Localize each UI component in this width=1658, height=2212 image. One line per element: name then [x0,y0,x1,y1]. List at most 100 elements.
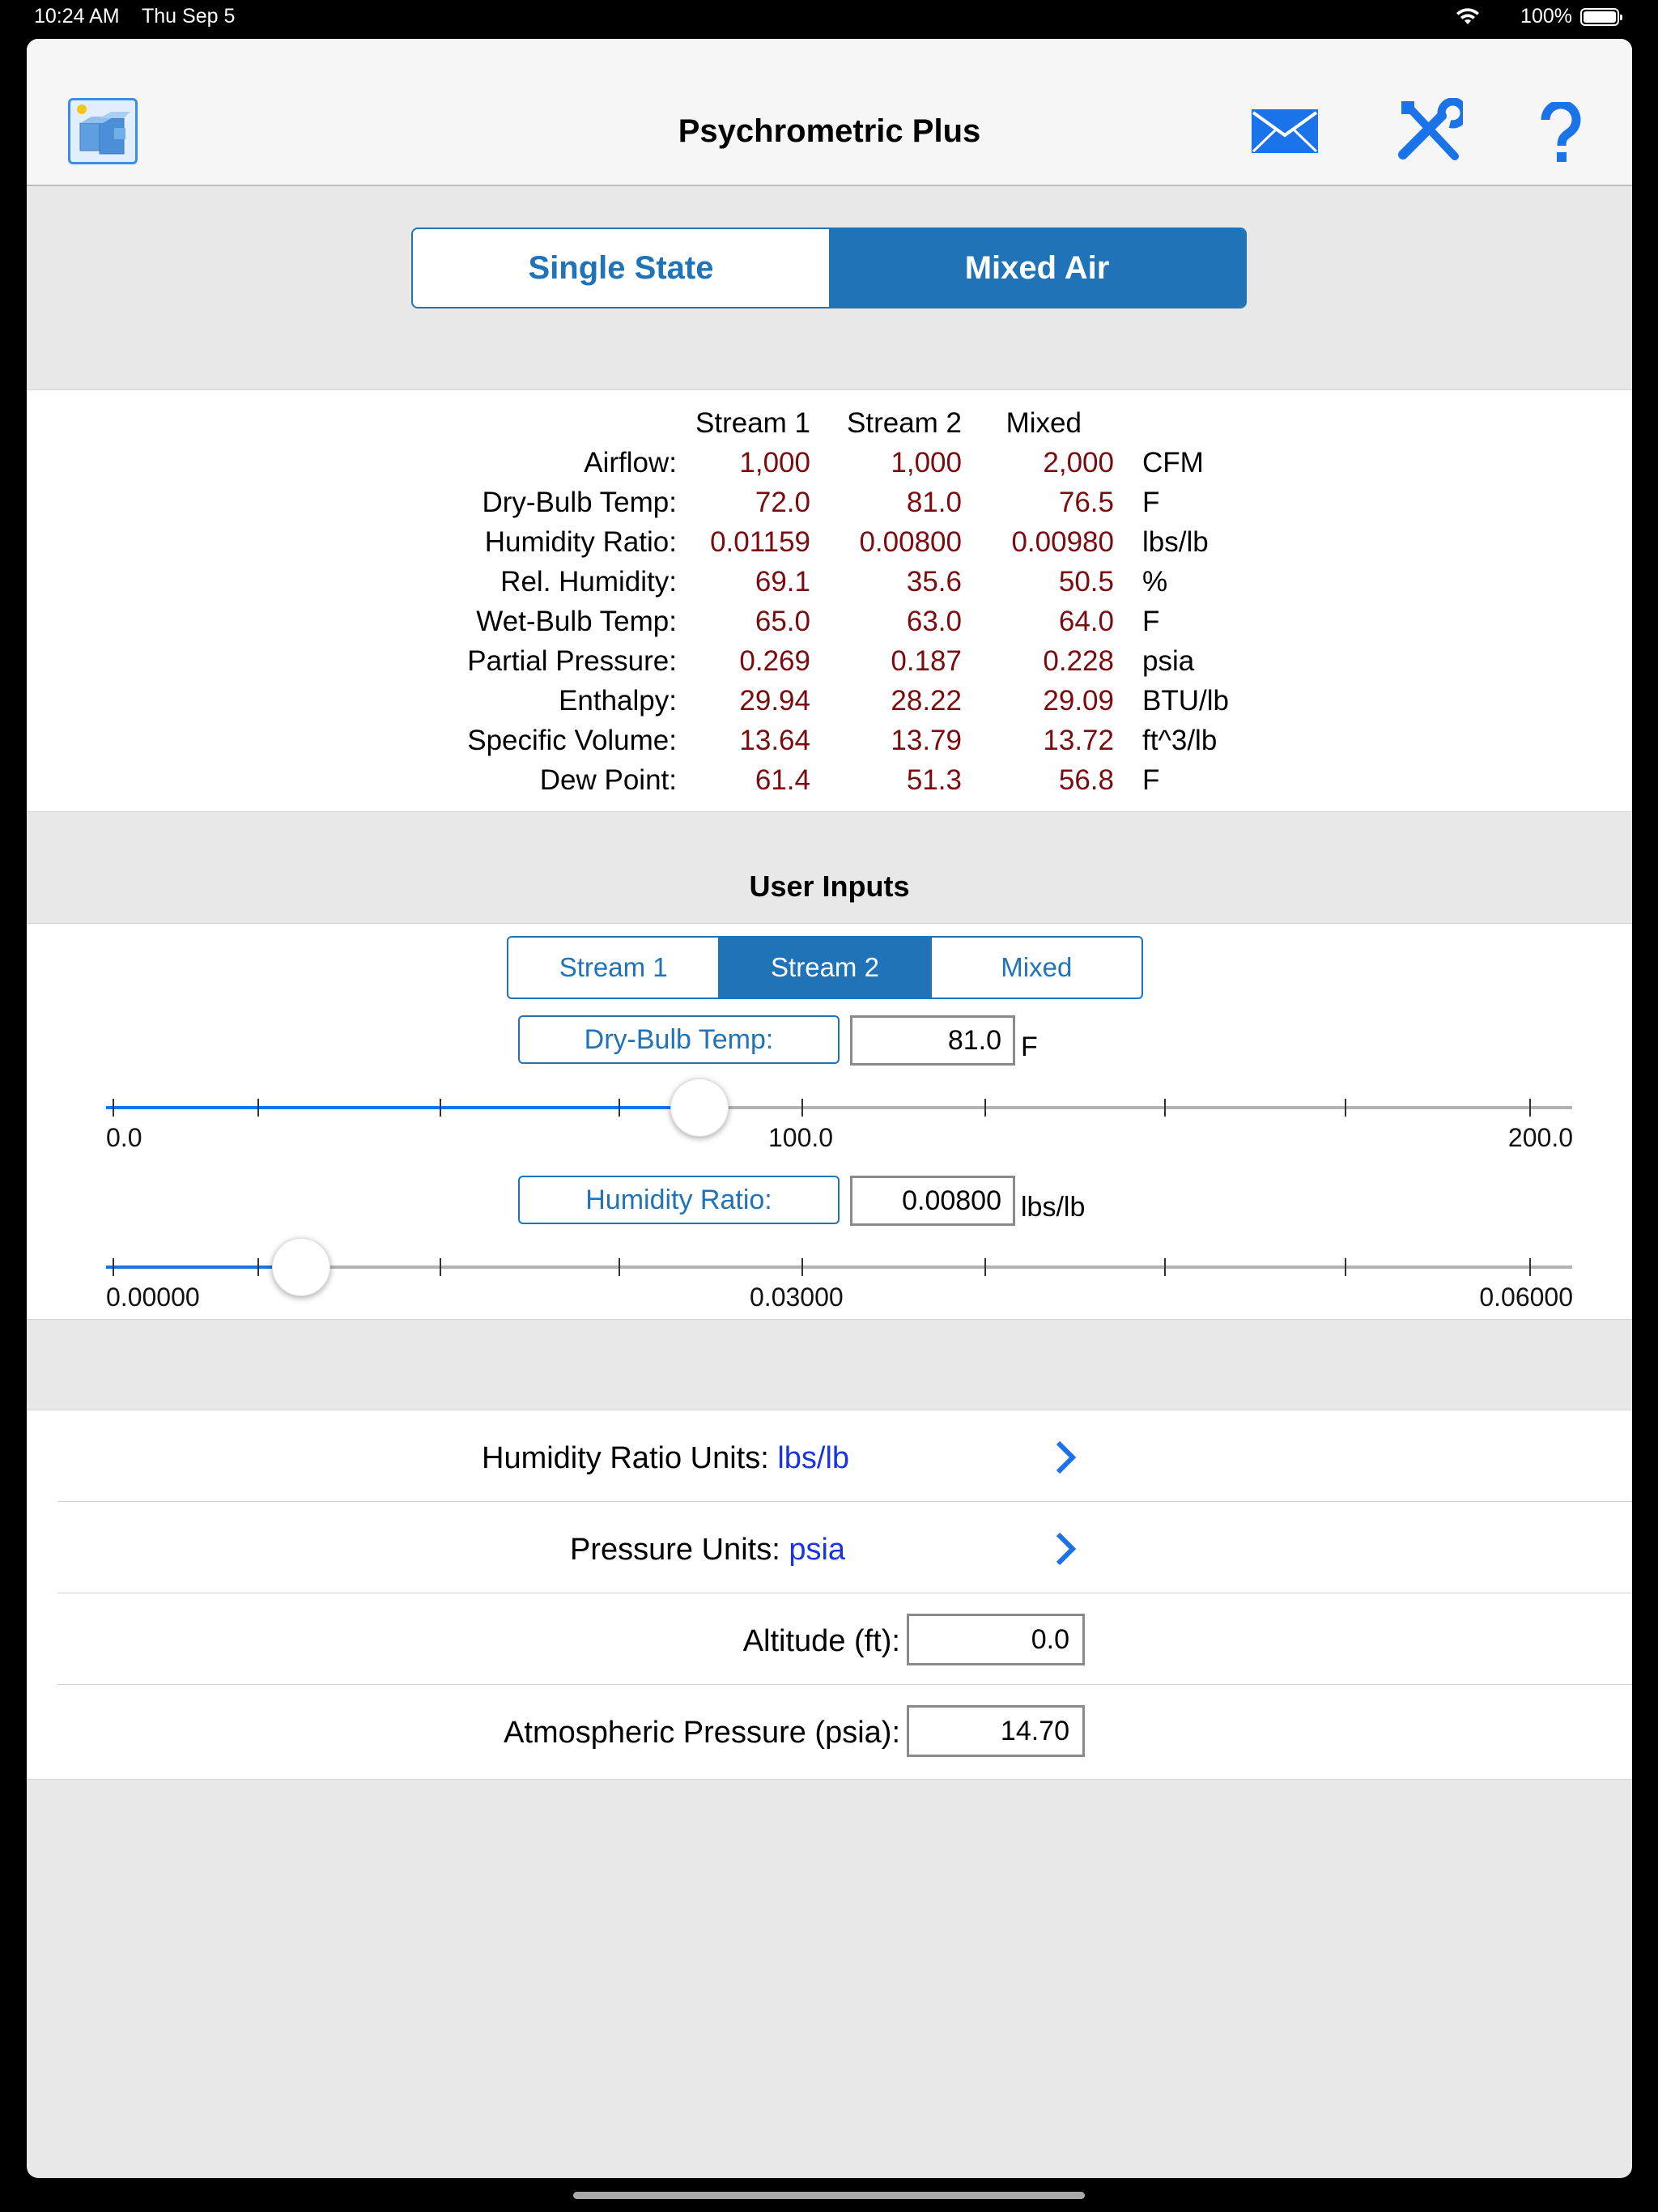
slider-min-label: 0.0 [106,1123,142,1152]
pressure-units-label: Pressure Units: [570,1533,780,1567]
mail-icon[interactable] [1250,108,1320,155]
value-cell: 72.0 [755,487,810,518]
humidity-units-label-group: Humidity Ratio Units: lbs/lb [482,1441,849,1476]
value-cell: 1,000 [891,447,962,479]
app-sheet: Psychrometric Plus Single State Mixed Ai… [27,39,1632,2178]
chevron-right-icon[interactable] [1055,1531,1078,1567]
nav-bar: Psychrometric Plus [27,39,1632,186]
value-cell: 13.72 [1043,725,1114,756]
pressure-units-row[interactable]: Pressure Units: psia [27,1502,1632,1593]
slider-tick [1529,1099,1531,1117]
column-header: Mixed [1005,407,1082,439]
value-cell: 0.00800 [859,526,962,558]
status-date: Thu Sep 5 [142,5,236,28]
tools-icon[interactable] [1395,98,1463,163]
value-cell: 13.64 [739,725,810,756]
altitude-label: Altitude (ft): [742,1624,900,1658]
mode-segmented-control: Single State Mixed Air [411,228,1247,308]
slider-tick [1345,1099,1346,1117]
slider-tick [440,1099,441,1117]
value-cell: 0.269 [739,645,810,677]
value-cell: 50.5 [1058,566,1114,598]
slider-thumb[interactable] [670,1078,729,1137]
slider-max-label: 200.0 [1507,1123,1573,1152]
value-cell: 28.22 [891,685,962,717]
home-indicator[interactable] [573,2192,1085,2199]
value-cell: 13.79 [891,725,962,756]
slider-tick [619,1099,620,1117]
tab-stream-2[interactable]: Stream 2 [720,938,932,998]
value-cell: 64.0 [1058,606,1114,637]
value-cell: 81.0 [906,487,962,518]
slider-mid-label: 0.03000 [750,1283,844,1312]
value-cell: 65.0 [755,606,810,637]
value-cell: 63.0 [906,606,962,637]
slider-tick [257,1099,259,1117]
help-icon[interactable] [1541,102,1581,164]
row-label: Specific Volume: [467,725,677,756]
slider-tick [113,1258,114,1276]
page-title: Psychrometric Plus [678,113,981,149]
slider-min-label: 0.00000 [106,1283,200,1312]
value-cell: 29.94 [739,685,810,717]
value-cell: 76.5 [1058,487,1114,518]
value-cell: 29.09 [1043,685,1114,717]
humidity-ratio-input[interactable]: 0.00800 [850,1176,1015,1226]
slider-tick [1164,1099,1166,1117]
value-cell: 69.1 [755,566,810,598]
unit-cell: % [1142,566,1168,598]
value-cell: 0.01159 [710,526,810,558]
unit-cell: psia [1142,645,1195,677]
row-label: Partial Pressure: [467,645,677,677]
stream-segmented-control: Stream 1 Stream 2 Mixed [507,936,1143,999]
chevron-right-icon[interactable] [1055,1440,1078,1475]
pressure-units-label-group: Pressure Units: psia [570,1533,845,1568]
humidity-units-value: lbs/lb [777,1441,850,1475]
value-cell: 35.6 [906,566,962,598]
row-label: Airflow: [584,447,677,479]
slider-tick [440,1258,441,1276]
row-label: Dry-Bulb Temp: [482,487,677,518]
altitude-input[interactable]: 0.0 [907,1614,1085,1665]
column-header: Stream 1 [695,407,810,439]
value-cell: 56.8 [1058,764,1114,796]
tab-single-state[interactable]: Single State [413,229,829,307]
row-label: Wet-Bulb Temp: [476,606,677,637]
humidity-ratio-select-button[interactable]: Humidity Ratio: [518,1176,840,1224]
unit-cell: ft^3/lb [1142,725,1218,756]
atm-pressure-input[interactable]: 14.70 [907,1705,1085,1757]
slider-mid-label: 100.0 [768,1123,834,1152]
slider-tick [113,1099,114,1117]
dry-bulb-unit: F [1021,1032,1038,1062]
value-cell: 2,000 [1043,447,1114,479]
altitude-row: Altitude (ft): 0.0 [27,1593,1632,1685]
slider-tick [984,1099,986,1117]
slider-fill [106,1106,700,1109]
humidity-units-label: Humidity Ratio Units: [482,1441,769,1475]
atm-pressure-label: Atmospheric Pressure (psia): [504,1716,900,1750]
unit-cell: lbs/lb [1142,526,1209,558]
unit-cell: F [1142,606,1160,637]
column-header: Stream 2 [847,407,962,439]
value-cell: 1,000 [739,447,810,479]
tab-stream-1[interactable]: Stream 1 [508,938,721,998]
unit-cell: F [1142,764,1160,796]
atm-pressure-row: Atmospheric Pressure (psia): 14.70 [27,1685,1632,1776]
slider-max-label: 0.06000 [1479,1283,1573,1312]
slider-thumb[interactable] [272,1238,331,1296]
tab-mixed[interactable]: Mixed [932,938,1141,998]
value-cell: 0.228 [1043,645,1114,677]
slider-tick [257,1258,259,1276]
dry-bulb-select-button[interactable]: Dry-Bulb Temp: [518,1015,840,1064]
humidity-units-row[interactable]: Humidity Ratio Units: lbs/lb [27,1410,1632,1502]
value-cell: 61.4 [755,764,810,796]
settings-list: Humidity Ratio Units: lbs/lb Pressure Un… [27,1410,1632,1780]
tab-mixed-air[interactable]: Mixed Air [829,229,1245,307]
row-label: Humidity Ratio: [484,526,677,558]
row-label: Dew Point: [539,764,677,796]
unit-cell: F [1142,487,1160,518]
status-time: 10:24 AM [34,5,120,28]
battery-icon [1580,8,1622,26]
dry-bulb-input[interactable]: 81.0 [850,1015,1015,1066]
slider-tick [801,1099,803,1117]
